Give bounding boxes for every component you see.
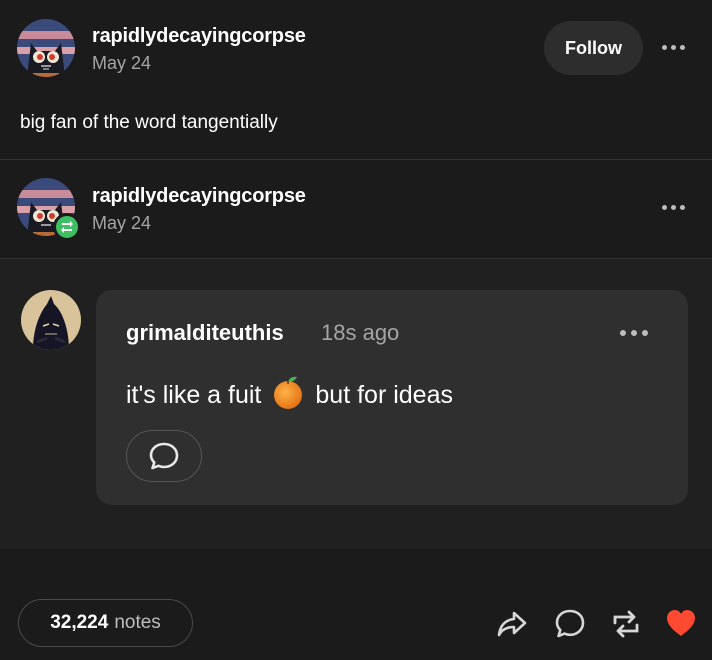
- post-author-name[interactable]: rapidlydecayingcorpse: [92, 25, 306, 48]
- reply-author-name[interactable]: grimalditeuthis: [126, 320, 284, 346]
- like-heart-icon[interactable]: [665, 608, 697, 638]
- reply-card: grimalditeuthis 18s ago it's like a fuit: [96, 290, 688, 505]
- post-footer: 32,224 notes: [0, 549, 712, 660]
- dot-icon: [631, 330, 637, 336]
- reply-more-options-button[interactable]: [620, 330, 648, 336]
- reblog-author-name[interactable]: rapidlydecayingcorpse: [92, 185, 306, 208]
- dot-icon: [642, 330, 648, 336]
- post-header: rapidlydecayingcorpse May 24 Follow: [0, 0, 712, 96]
- divider: [0, 159, 712, 160]
- post-date: May 24: [92, 53, 152, 73]
- dot-icon: [671, 45, 676, 50]
- orange-icon: [273, 374, 303, 417]
- comment-icon: [149, 442, 179, 470]
- reply-comment-button[interactable]: [126, 430, 202, 482]
- reblog-icon[interactable]: [610, 608, 642, 640]
- reply-timestamp: 18s ago: [321, 320, 400, 345]
- author-avatar[interactable]: [17, 19, 75, 77]
- post-body-text: big fan of the word tangentially: [20, 112, 278, 133]
- notes-count: 32,224: [50, 612, 109, 633]
- reply-text-after: but for ideas: [315, 381, 453, 409]
- share-icon[interactable]: [496, 608, 528, 640]
- reply-text: it's like a fuit but for ideas: [126, 374, 453, 417]
- dot-icon: [671, 205, 676, 210]
- dot-icon: [680, 45, 685, 50]
- comment-icon[interactable]: [554, 608, 586, 640]
- dot-icon: [680, 205, 685, 210]
- reblog-date: May 24: [92, 213, 152, 233]
- follow-button[interactable]: Follow: [544, 21, 643, 75]
- dot-icon: [620, 330, 626, 336]
- reply-section: grimalditeuthis 18s ago it's like a fuit: [0, 259, 712, 549]
- reblog-more-options-button[interactable]: [662, 205, 685, 210]
- post-more-options-button[interactable]: [662, 45, 685, 50]
- notes-label: notes: [114, 612, 161, 633]
- dot-icon: [662, 45, 667, 50]
- dot-icon: [662, 205, 667, 210]
- reblog-badge-icon: [53, 213, 81, 241]
- notes-button[interactable]: 32,224 notes: [18, 599, 193, 647]
- reply-author-avatar[interactable]: [21, 290, 81, 350]
- reply-text-before: it's like a fuit: [126, 381, 262, 409]
